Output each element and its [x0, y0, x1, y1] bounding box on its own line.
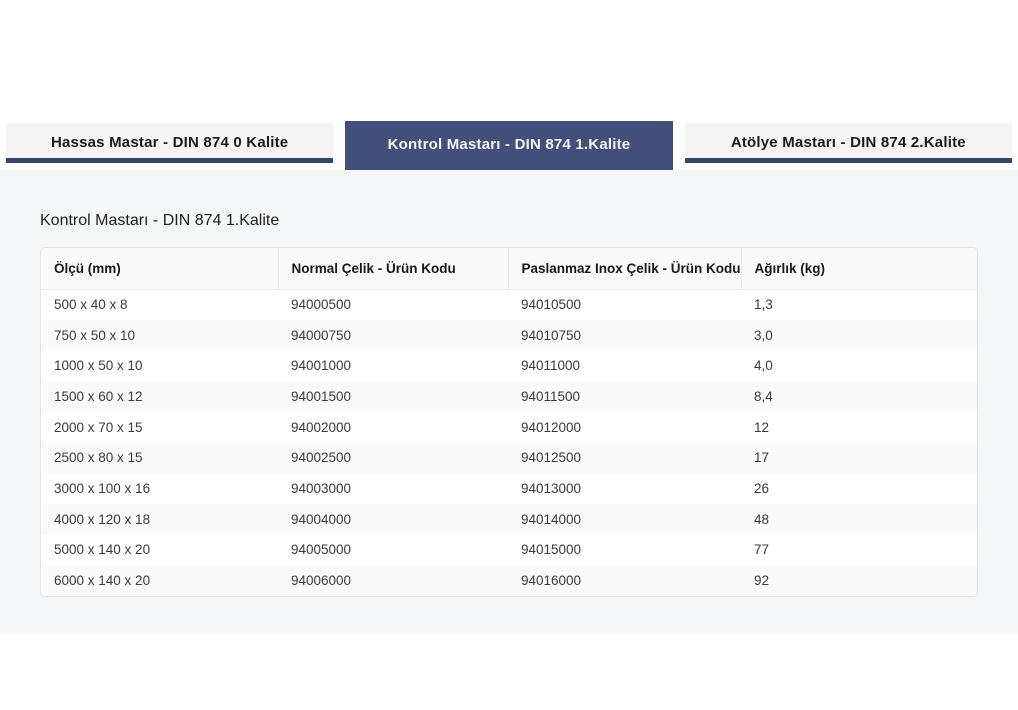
quality-tabs: Hassas Mastar - DIN 874 0 Kalite Kontrol… — [0, 123, 1018, 170]
table-cell: 1,3 — [741, 289, 978, 320]
table-cell: 94013000 — [508, 473, 741, 504]
table-cell: 4,0 — [741, 350, 978, 381]
table-cell: 94011000 — [508, 350, 741, 381]
table-cell: 94014000 — [508, 504, 741, 535]
table-row: 4000 x 120 x 18940040009401400048 — [41, 504, 978, 535]
table-cell: 77 — [741, 535, 978, 566]
table-cell: 94012500 — [508, 442, 741, 473]
product-table: Ölçü (mm) Normal Çelik - Ürün Kodu Pasla… — [40, 247, 978, 597]
table-cell: 5000 x 140 x 20 — [41, 535, 278, 566]
table-cell: 6000 x 140 x 20 — [41, 565, 278, 596]
table-cell: 94002500 — [278, 442, 508, 473]
table-row: 750 x 50 x 1094000750940107503,0 — [41, 320, 978, 351]
table-cell: 94010500 — [508, 289, 741, 320]
section-title: Kontrol Mastarı - DIN 874 1.Kalite — [40, 212, 978, 230]
table-cell: 750 x 50 x 10 — [41, 320, 278, 351]
table-row: 5000 x 140 x 20940050009401500077 — [41, 535, 978, 566]
tab-atolye-mastari-din-874-2-kalite[interactable]: Atölye Mastarı - DIN 874 2.Kalite — [685, 123, 1012, 163]
table-cell: 94000750 — [278, 320, 508, 351]
table-cell: 94006000 — [278, 565, 508, 596]
table-cell: 92 — [741, 565, 978, 596]
column-header-normal-celik: Normal Çelik - Ürün Kodu — [278, 248, 508, 289]
table-cell: 94001500 — [278, 381, 508, 412]
table-body: 500 x 40 x 894000500940105001,3750 x 50 … — [41, 289, 978, 596]
table-cell: 48 — [741, 504, 978, 535]
table-cell: 1500 x 60 x 12 — [41, 381, 278, 412]
table-row: 2500 x 80 x 15940025009401250017 — [41, 442, 978, 473]
tab-hassas-mastar-din-874-0-kalite[interactable]: Hassas Mastar - DIN 874 0 Kalite — [6, 123, 333, 163]
tab-kontrol-mastari-din-874-1-kalite[interactable]: Kontrol Mastarı - DIN 874 1.Kalite — [345, 121, 672, 170]
table-cell: 94001000 — [278, 350, 508, 381]
table-row: 3000 x 100 x 16940030009401300026 — [41, 473, 978, 504]
table-row: 500 x 40 x 894000500940105001,3 — [41, 289, 978, 320]
column-header-olcu: Ölçü (mm) — [41, 248, 278, 289]
column-header-agirlik: Ağırlık (kg) — [741, 248, 978, 289]
table-cell: 94015000 — [508, 535, 741, 566]
table-row: 2000 x 70 x 15940020009401200012 — [41, 412, 978, 443]
table-cell: 94011500 — [508, 381, 741, 412]
table-cell: 94003000 — [278, 473, 508, 504]
table-row: 1000 x 50 x 1094001000940110004,0 — [41, 350, 978, 381]
table-cell: 94005000 — [278, 535, 508, 566]
table-row: 6000 x 140 x 20940060009401600092 — [41, 565, 978, 596]
table-cell: 3,0 — [741, 320, 978, 351]
table-cell: 94012000 — [508, 412, 741, 443]
table-cell: 94016000 — [508, 565, 741, 596]
column-header-paslanmaz-inox: Paslanmaz Inox Çelik - Ürün Kodu — [508, 248, 741, 289]
table-cell: 26 — [741, 473, 978, 504]
table-header-row: Ölçü (mm) Normal Çelik - Ürün Kodu Pasla… — [41, 248, 978, 289]
table-cell: 3000 x 100 x 16 — [41, 473, 278, 504]
table-row: 1500 x 60 x 1294001500940115008,4 — [41, 381, 978, 412]
table-cell: 12 — [741, 412, 978, 443]
table-cell: 2500 x 80 x 15 — [41, 442, 278, 473]
table-cell: 94010750 — [508, 320, 741, 351]
table-cell: 94002000 — [278, 412, 508, 443]
table-cell: 94004000 — [278, 504, 508, 535]
table-cell: 94000500 — [278, 289, 508, 320]
table-cell: 500 x 40 x 8 — [41, 289, 278, 320]
table-cell: 17 — [741, 442, 978, 473]
table-cell: 2000 x 70 x 15 — [41, 412, 278, 443]
table-cell: 8,4 — [741, 381, 978, 412]
table-cell: 4000 x 120 x 18 — [41, 504, 278, 535]
tab-content-panel: Kontrol Mastarı - DIN 874 1.Kalite Ölçü … — [0, 170, 1018, 634]
table-cell: 1000 x 50 x 10 — [41, 350, 278, 381]
